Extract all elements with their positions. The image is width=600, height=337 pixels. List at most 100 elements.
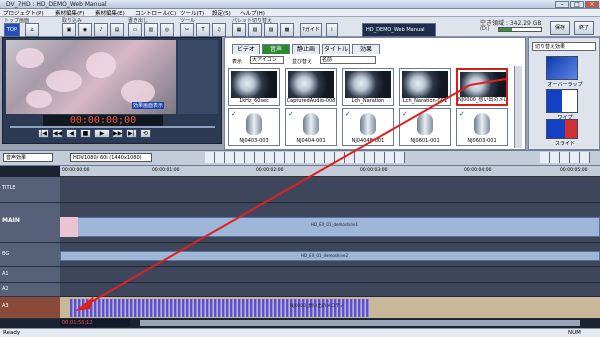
tool-title-icon[interactable]: T	[196, 23, 210, 37]
time-ruler[interactable]: 00:00:00:00 00:00:01:00 00:00:02:00 00:0…	[60, 166, 600, 177]
stop-icon[interactable]: ■	[80, 129, 91, 138]
close-icon[interactable]: ×	[585, 1, 599, 8]
track-head-a1[interactable]: A1	[0, 267, 60, 283]
effect-label-overlap: オーバーラップ	[547, 82, 583, 88]
menu-control[interactable]: コントロール(C)	[135, 9, 176, 17]
export-disc-icon[interactable]: ◎	[160, 23, 174, 37]
ruler-tick: 00:00:01:00	[152, 168, 180, 173]
tab-effect[interactable]: 効果	[352, 44, 380, 54]
lane-main[interactable]: HD_EX_01_demoshine1	[60, 203, 600, 243]
lane-a1[interactable]	[60, 267, 600, 283]
clip-label: HD_EX_01_demoshine1	[311, 222, 359, 227]
tab-video[interactable]: ビデオ	[232, 44, 260, 54]
menu-project[interactable]: プロジェクト(P)	[3, 9, 44, 17]
export-file-icon[interactable]: ▥	[144, 23, 158, 37]
effects-dropdown[interactable]: 切り替え効果	[532, 42, 596, 51]
clip-thumbnail	[60, 217, 78, 237]
clip-label: HD_EX_01_demoshine2	[301, 253, 349, 258]
menu-material[interactable]: 素材編集(F)	[55, 9, 84, 17]
audio-capture-icon[interactable]: ♪	[94, 23, 108, 37]
view-select[interactable]: 大アイコン	[250, 56, 284, 64]
track-head-bg[interactable]: BG	[0, 243, 60, 267]
audio-clip-selected[interactable]: NJ0000_想い出のメロディ	[456, 68, 508, 106]
guide-button[interactable]: ?ガイド	[300, 23, 322, 37]
preview-side-panel	[178, 40, 218, 114]
file-import-icon[interactable]: ▤	[110, 23, 124, 37]
preview-scrub-bar[interactable]	[10, 126, 215, 128]
check-icon: ✓	[459, 110, 465, 118]
dv-capture-icon[interactable]: ▣	[62, 23, 76, 37]
top-button[interactable]: TOP	[4, 23, 20, 37]
format-select[interactable]: HDV1080/ 60i (1440x1080)	[70, 153, 152, 162]
audio-clip[interactable]: ✓ NJ0603-001	[456, 108, 508, 146]
sort-label: 並び替え	[292, 59, 313, 65]
step-back-icon[interactable]: ◀	[66, 129, 77, 138]
palette-3-icon[interactable]: ▨	[264, 23, 278, 37]
timeline-tool-buttons[interactable]	[205, 152, 405, 163]
menu-edit[interactable]: 素材編集(E)	[95, 9, 125, 17]
timeline-timecode: 00:01:56;12	[60, 319, 130, 327]
exit-button[interactable]: 終了	[574, 21, 594, 35]
slide-effect-icon[interactable]	[546, 119, 578, 139]
lane-title[interactable]	[60, 177, 600, 203]
track-head-main[interactable]: MAIN	[0, 203, 60, 243]
tab-still[interactable]: 静止画	[292, 44, 320, 54]
lane-a3[interactable]: NJ0000_想い出のメロディ	[60, 297, 600, 319]
camera-capture-icon[interactable]: ◉	[78, 23, 92, 37]
clip-name: NJ0603-001	[457, 138, 507, 145]
audio-clip[interactable]: ✓ NJ0404B-001	[342, 108, 394, 146]
menu-settings[interactable]: 設定(S)	[212, 9, 231, 17]
lane-a2[interactable]	[60, 283, 600, 297]
go-end-icon[interactable]: ▶|	[126, 129, 137, 138]
loop-icon[interactable]: ⟲	[140, 129, 151, 138]
sort-select[interactable]: 名前	[320, 56, 376, 64]
audio-clip[interactable]: ✓ NJ0404-001	[285, 108, 337, 146]
track-type-select[interactable]: 音声効果	[3, 153, 53, 162]
tab-audio[interactable]: 音声	[262, 44, 290, 54]
play-icon[interactable]: ▶	[94, 129, 110, 138]
track-name: BG	[2, 251, 10, 257]
minimize-icon[interactable]: –	[555, 1, 569, 8]
fast-forward-icon[interactable]: ▶▶	[112, 129, 123, 138]
home-icon[interactable]: ⌂	[25, 23, 39, 37]
wipe-effect-icon[interactable]	[546, 89, 578, 113]
audio-clip[interactable]: ✓ NJ0601-001	[399, 108, 451, 146]
info-icon[interactable]: i	[326, 23, 338, 37]
timeline-bg-clip[interactable]: HD_EX_01_demoshine2	[60, 251, 600, 261]
clip-name: NJ0404B-001	[343, 138, 393, 145]
blossom-shape	[121, 80, 155, 104]
zoom-buttons[interactable]	[540, 152, 590, 163]
disk-usage-bar	[498, 27, 542, 32]
audio-clip[interactable]: Lch_Naration	[342, 68, 394, 106]
audio-clip[interactable]: Lch_Naration-001	[399, 68, 451, 106]
overlap-effect-icon[interactable]	[546, 56, 578, 80]
audio-clip[interactable]: CapturedAudio-008	[285, 68, 337, 106]
menu-tool[interactable]: ツール(T)	[180, 9, 204, 17]
tool-audio-icon[interactable]: ♫	[212, 23, 226, 37]
tool-trim-icon[interactable]: ✂	[180, 23, 194, 37]
export-tape-icon[interactable]: ▭	[128, 23, 142, 37]
blossom-shape	[46, 70, 82, 92]
view-label: 表示	[232, 59, 243, 65]
track-head-title[interactable]: TITLE	[0, 177, 60, 203]
go-start-icon[interactable]: |◀	[38, 129, 49, 138]
palette-4-icon[interactable]: ▩	[280, 23, 294, 37]
palette-1-icon[interactable]: ▦	[232, 23, 246, 37]
save-button[interactable]: 保存	[550, 21, 570, 35]
track-head-a3[interactable]: A3	[0, 297, 60, 319]
timeline-scrollbar[interactable]	[140, 320, 580, 326]
rewind-icon[interactable]: ◀◀	[52, 129, 63, 138]
audio-clip[interactable]: ✓ NJ0403-003	[228, 108, 280, 146]
timeline-video-clip[interactable]: HD_EX_01_demoshine1	[60, 217, 600, 237]
timeline-tracks: 00:00:00:00 00:00:01:00 00:00:02:00 00:0…	[0, 166, 600, 328]
menu-help[interactable]: ヘルプ(H)	[240, 9, 265, 17]
bin-scrollbar[interactable]	[514, 66, 522, 148]
maximize-icon[interactable]: □	[570, 1, 584, 8]
lane-bg[interactable]: HD_EX_01_demoshine2	[60, 243, 600, 267]
palette-2-icon[interactable]: ▧	[248, 23, 262, 37]
microphone-icon	[474, 113, 490, 135]
audio-clip[interactable]: 1kHz_60sec	[228, 68, 280, 106]
track-head-a2[interactable]: A2	[0, 283, 60, 297]
speaker-icon	[231, 71, 277, 99]
tab-title[interactable]: タイトル	[322, 44, 350, 54]
